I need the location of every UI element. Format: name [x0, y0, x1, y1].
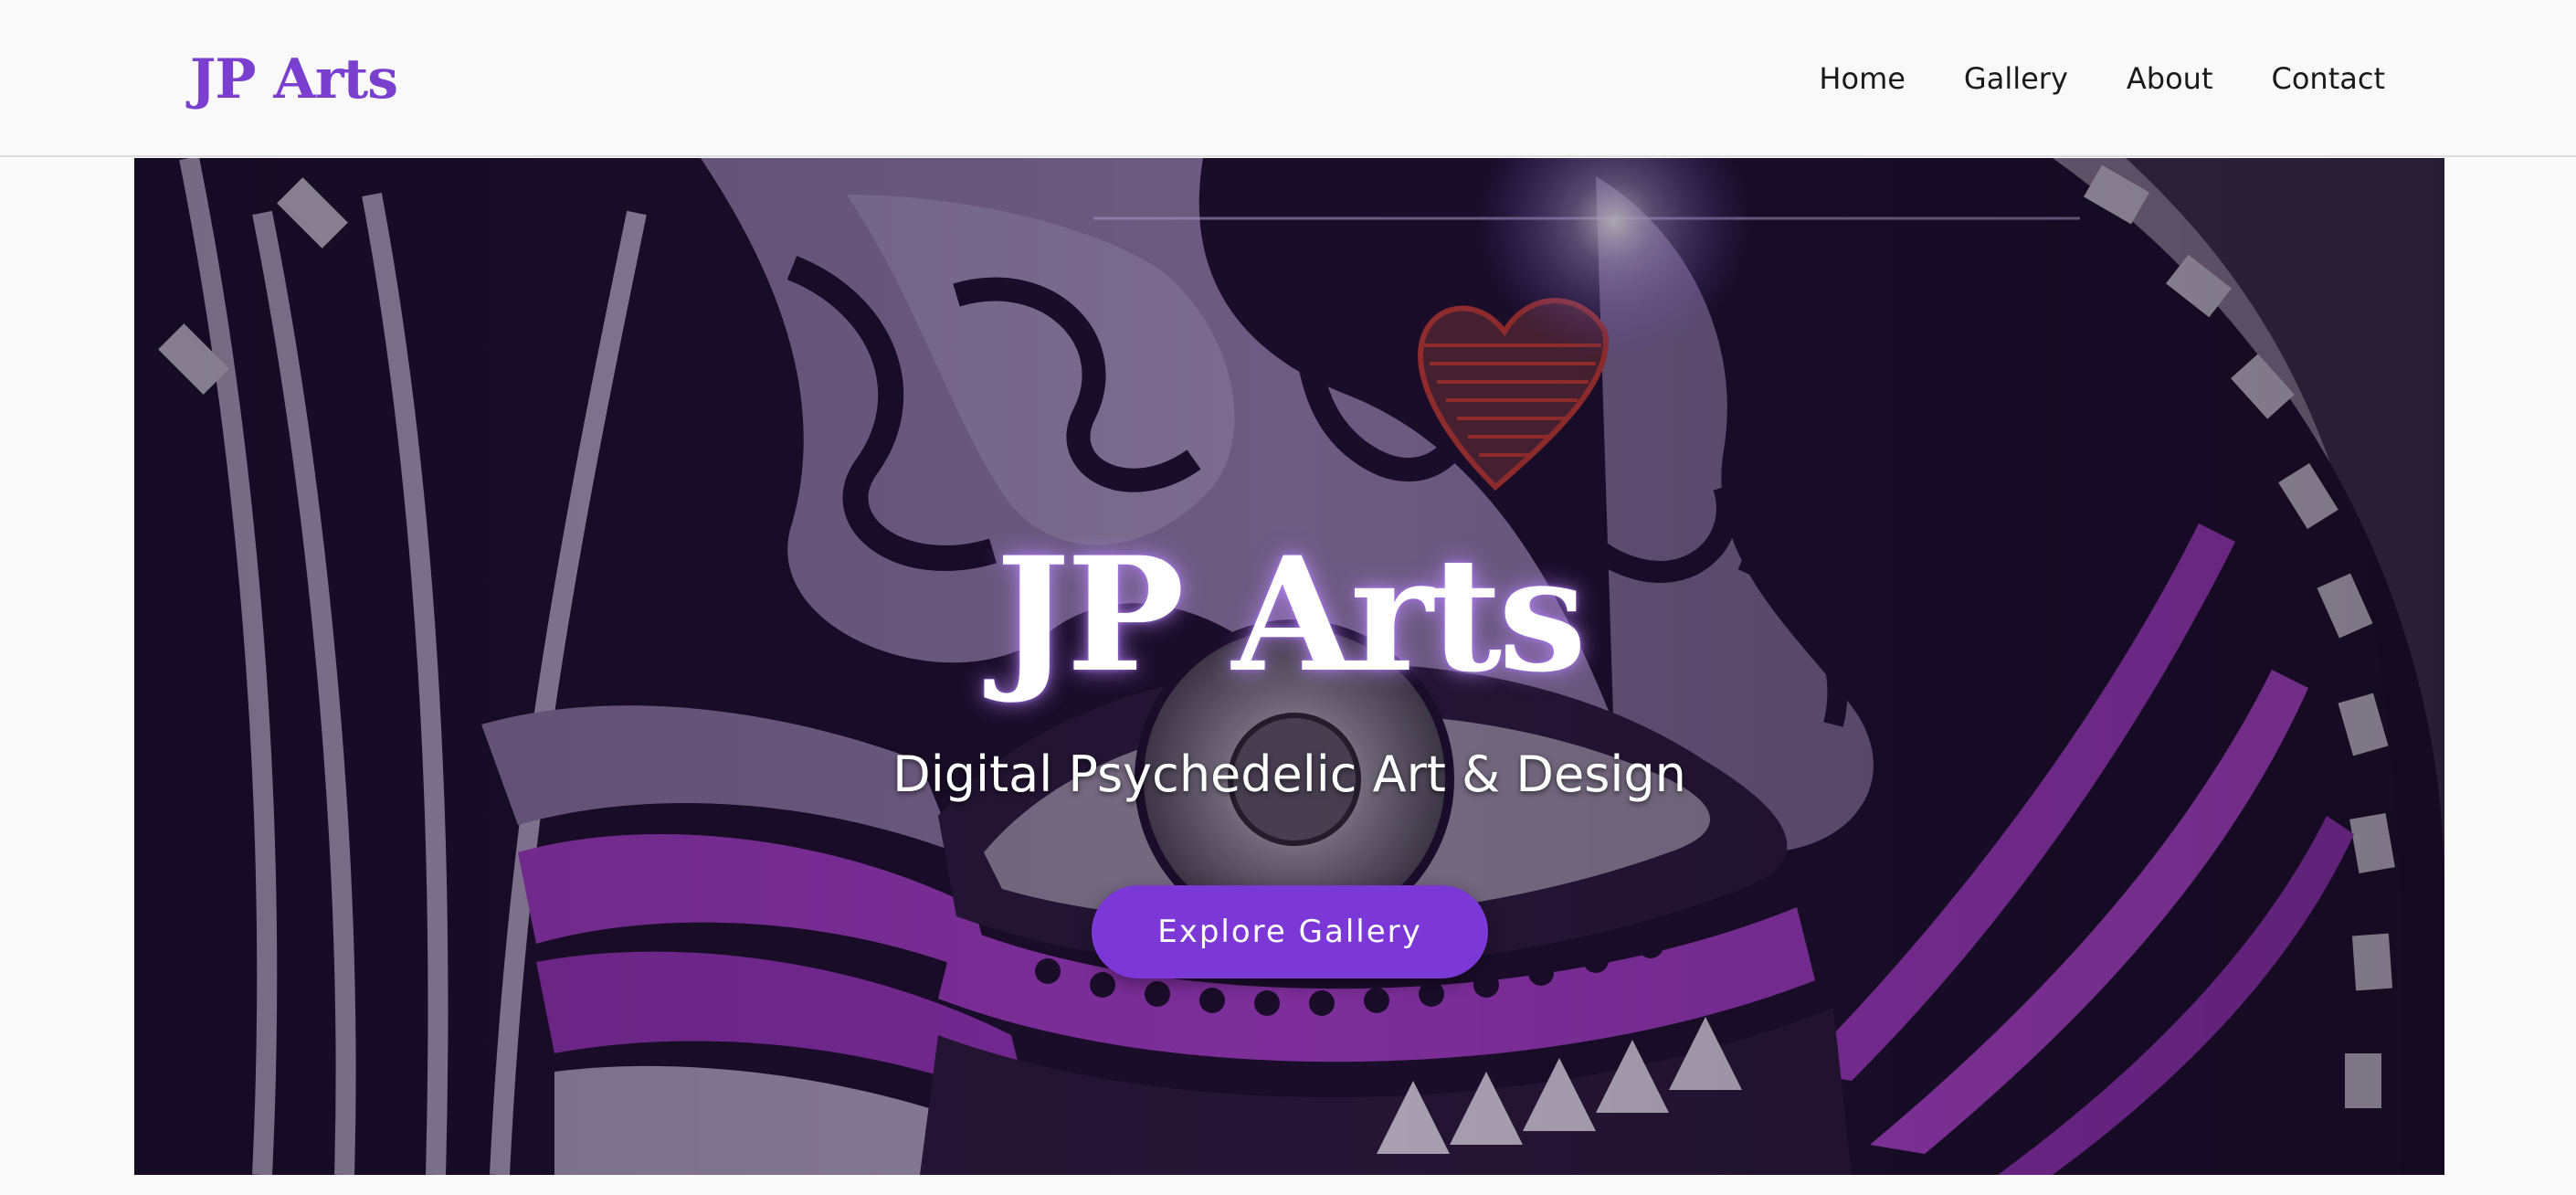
- site-logo[interactable]: JP Arts: [190, 38, 398, 121]
- nav-link-about[interactable]: About: [2127, 61, 2213, 96]
- explore-gallery-button[interactable]: Explore Gallery: [1092, 885, 1488, 978]
- hero-title: JP Arts: [996, 522, 1587, 707]
- nav-link-home[interactable]: Home: [1819, 61, 1906, 96]
- main-nav: Home Gallery About Contact: [1819, 51, 2385, 106]
- hero-section: JP Arts Digital Psychedelic Art & Design…: [134, 158, 2444, 1175]
- hero-subtitle: Digital Psychedelic Art & Design: [892, 746, 1686, 803]
- nav-link-contact[interactable]: Contact: [2272, 61, 2386, 96]
- site-header: JP Arts Home Gallery About Contact: [0, 0, 2576, 157]
- nav-link-gallery[interactable]: Gallery: [1964, 61, 2068, 96]
